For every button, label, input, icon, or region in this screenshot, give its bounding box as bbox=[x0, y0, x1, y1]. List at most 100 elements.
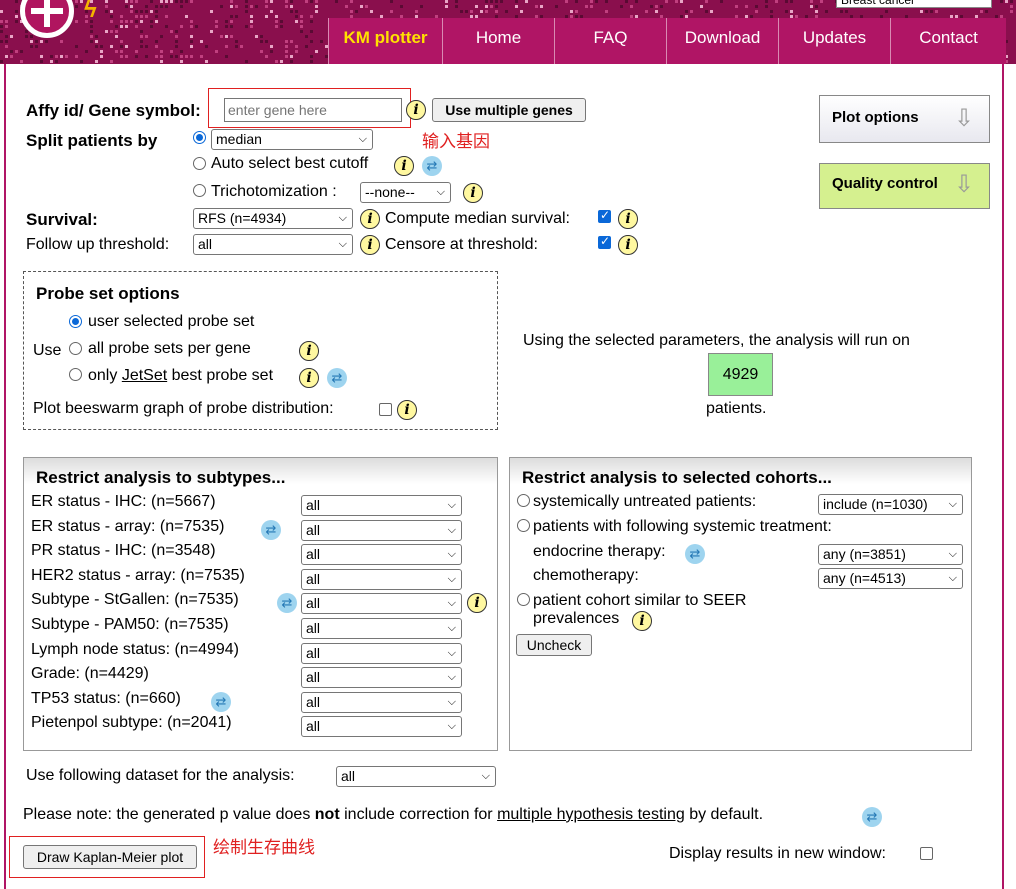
chevron-down-icon: ⌵ bbox=[948, 498, 957, 510]
subtype-select[interactable]: all ⌵ bbox=[301, 519, 462, 541]
nav-updates[interactable]: Updates bbox=[778, 18, 890, 64]
swap-icon[interactable]: ⇄ bbox=[261, 519, 281, 540]
info-icon[interactable]: i bbox=[618, 235, 638, 255]
header-dot bbox=[570, 10, 573, 13]
new-window-checkbox[interactable] bbox=[920, 847, 933, 860]
header-dot bbox=[205, 45, 208, 48]
swap-icon[interactable]: ⇄ bbox=[211, 691, 231, 712]
header-dot bbox=[160, 55, 163, 58]
nav-home[interactable]: Home bbox=[442, 18, 554, 64]
jetset-link[interactable]: JetSet bbox=[122, 367, 167, 384]
subtype-select[interactable]: all ⌵ bbox=[301, 568, 462, 590]
seer-radio[interactable] bbox=[517, 593, 530, 606]
subtype-select[interactable]: all ⌵ bbox=[301, 667, 462, 689]
swap-icon[interactable]: ⇄ bbox=[422, 156, 442, 176]
header-dot bbox=[180, 50, 183, 53]
swap-icon[interactable]: ⇄ bbox=[685, 544, 705, 564]
subtype-select[interactable]: all ⌵ bbox=[301, 716, 462, 738]
patient-count: 4929 bbox=[708, 353, 773, 396]
info-icon[interactable]: i bbox=[299, 341, 319, 361]
subtype-select[interactable]: all ⌵ bbox=[301, 618, 462, 639]
header-dot bbox=[235, 45, 238, 48]
header-dot bbox=[275, 20, 278, 23]
nav-km-plotter[interactable]: KM plotter bbox=[328, 18, 442, 64]
info-icon[interactable]: i bbox=[394, 156, 414, 176]
header-dot bbox=[90, 25, 93, 28]
info-icon[interactable]: i bbox=[397, 400, 417, 420]
header-dot bbox=[455, 5, 458, 8]
header-dot bbox=[230, 35, 233, 38]
header-dot bbox=[765, 5, 768, 8]
header-dot bbox=[190, 0, 193, 3]
header-dot bbox=[230, 25, 233, 28]
header-dot bbox=[120, 15, 123, 18]
subtype-select[interactable]: all ⌵ bbox=[301, 642, 462, 664]
uncheck-button[interactable]: Uncheck bbox=[516, 634, 592, 656]
survival-select[interactable]: RFS (n=4934) ⌵ bbox=[193, 208, 353, 229]
subtype-label: Subtype - PAM50: (n=7535) bbox=[31, 616, 229, 633]
multiple-testing-link[interactable]: multiple hypothesis testing bbox=[497, 806, 685, 823]
header-dot bbox=[505, 10, 508, 13]
auto-cutoff-radio[interactable] bbox=[193, 157, 206, 170]
header-dot bbox=[665, 0, 668, 3]
info-icon[interactable]: i bbox=[632, 611, 652, 631]
info-icon[interactable]: i bbox=[360, 209, 380, 229]
subtype-select[interactable]: all ⌵ bbox=[301, 691, 462, 713]
compute-median-checkbox[interactable] bbox=[598, 208, 611, 223]
info-icon[interactable]: i bbox=[406, 100, 426, 120]
followup-select[interactable]: all ⌵ bbox=[193, 234, 353, 255]
info-icon[interactable]: i bbox=[299, 368, 319, 388]
dataset-select[interactable]: all ⌵ bbox=[336, 766, 496, 787]
beeswarm-checkbox[interactable] bbox=[379, 403, 392, 416]
untreated-select[interactable]: include (n=1030) ⌵ bbox=[818, 494, 963, 515]
use-multiple-genes-button[interactable]: Use multiple genes bbox=[432, 98, 586, 122]
split-select[interactable]: median ⌵ bbox=[211, 129, 373, 150]
plot-options-button[interactable]: Plot options ⇩ bbox=[819, 95, 990, 143]
header-dot bbox=[95, 60, 98, 63]
probe-all-radio[interactable] bbox=[69, 342, 82, 355]
chemo-select[interactable]: any (n=4513) ⌵ bbox=[818, 568, 963, 589]
subtype-select[interactable]: all ⌵ bbox=[301, 544, 462, 566]
header-dot bbox=[445, 5, 448, 8]
header-dot bbox=[175, 35, 178, 38]
header-dot bbox=[115, 50, 118, 53]
header-dot bbox=[30, 40, 33, 43]
header-dot bbox=[365, 5, 368, 8]
draw-kaplan-meier-button[interactable]: Draw Kaplan-Meier plot bbox=[23, 845, 197, 869]
subtype-select[interactable]: all ⌵ bbox=[301, 593, 462, 615]
trichotomization-radio[interactable] bbox=[193, 184, 206, 197]
header-dot bbox=[100, 45, 103, 48]
probe-user-selected-radio[interactable] bbox=[69, 315, 82, 328]
subtype-select[interactable]: all ⌵ bbox=[301, 495, 462, 516]
treated-radio[interactable] bbox=[517, 519, 530, 532]
censore-checkbox[interactable] bbox=[598, 234, 611, 249]
endocrine-select[interactable]: any (n=3851) ⌵ bbox=[818, 544, 963, 565]
probe-jetset-radio[interactable] bbox=[69, 368, 82, 381]
header-dot bbox=[90, 40, 93, 43]
nav-contact[interactable]: Contact bbox=[890, 18, 1006, 64]
header-dot bbox=[225, 35, 228, 38]
info-icon[interactable]: i bbox=[463, 183, 483, 203]
split-median-radio[interactable] bbox=[193, 131, 206, 144]
header-dot bbox=[215, 25, 218, 28]
cancer-type-select[interactable]: Breast cancer bbox=[836, 0, 992, 8]
header-dot bbox=[515, 5, 518, 8]
header-dot bbox=[120, 55, 123, 58]
header-dot bbox=[310, 60, 313, 63]
untreated-radio[interactable] bbox=[517, 494, 530, 507]
header-dot bbox=[265, 15, 268, 18]
header-dot bbox=[120, 50, 123, 53]
quality-control-button[interactable]: Quality control ⇩ bbox=[819, 163, 990, 209]
draw-annotation: 绘制生存曲线 bbox=[213, 838, 315, 857]
header-dot bbox=[90, 35, 93, 38]
nav-download[interactable]: Download bbox=[666, 18, 778, 64]
header-dot bbox=[155, 20, 158, 23]
info-icon[interactable]: i bbox=[618, 209, 638, 229]
info-icon[interactable]: i bbox=[360, 235, 380, 255]
header-dot bbox=[310, 55, 313, 58]
trichotomization-select[interactable]: --none-- ⌵ bbox=[360, 182, 451, 203]
swap-icon[interactable]: ⇄ bbox=[862, 807, 882, 827]
swap-icon[interactable]: ⇄ bbox=[327, 368, 347, 388]
nav-faq[interactable]: FAQ bbox=[554, 18, 666, 64]
header-dot bbox=[245, 0, 248, 3]
